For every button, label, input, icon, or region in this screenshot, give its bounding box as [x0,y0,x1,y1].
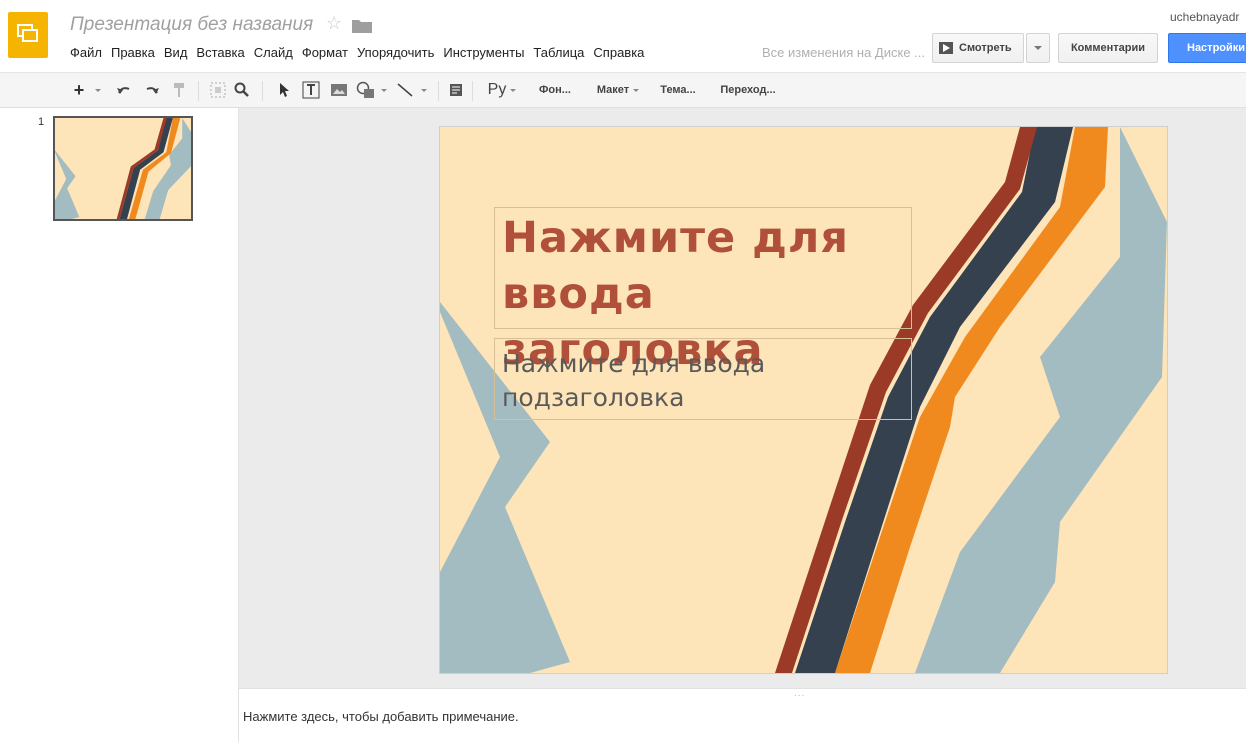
shape-icon[interactable] [354,73,378,107]
menu-view[interactable]: Вид [164,45,188,65]
document-title[interactable]: Презентация без названия [70,14,313,36]
layout-button[interactable]: Макет [588,73,648,107]
notes-grip-icon[interactable]: ... [794,688,805,699]
play-icon [939,42,953,54]
menu-arrange[interactable]: Упорядочить [357,45,434,65]
chevron-down-icon [1034,46,1042,50]
new-slide-dropdown[interactable] [92,73,104,107]
slide-thumbnail[interactable] [53,116,193,221]
line-dropdown[interactable] [418,73,430,107]
share-button[interactable]: Настройки доступа [1168,33,1246,63]
slide-thumbnail-preview [55,118,191,219]
paint-format-icon[interactable] [170,73,188,107]
toolbar-separator [198,81,199,101]
slide-thumbnail-number: 1 [38,116,45,128]
menu-file[interactable]: Файл [70,45,102,65]
notes-resize-handle[interactable] [239,688,1246,701]
text-box-icon[interactable] [300,73,322,107]
slides-logo[interactable] [8,12,48,58]
menu-format[interactable]: Формат [302,45,348,65]
theme-button[interactable]: Тема... [652,73,704,107]
chevron-down-icon [510,88,517,92]
share-label: Настройки доступа [1187,42,1246,54]
chevron-down-icon [633,88,640,92]
transition-button[interactable]: Переход... [710,73,786,107]
menu-tools[interactable]: Инструменты [443,45,524,65]
zoom-icon[interactable] [232,73,252,107]
menu-edit[interactable]: Правка [111,45,155,65]
redo-icon[interactable] [142,73,162,107]
select-pointer-icon[interactable] [274,73,294,107]
menu-table[interactable]: Таблица [533,45,584,65]
present-button[interactable]: Смотреть [932,33,1024,63]
star-icon[interactable]: ☆ [326,13,342,34]
menu-slide[interactable]: Слайд [254,45,293,65]
image-icon[interactable] [328,73,350,107]
slide-subtitle-placeholder[interactable]: Нажмите для ввода подзаголовка [502,347,902,415]
toolbar-separator [262,81,263,101]
menu-bar: Файл Правка Вид Вставка Слайд Формат Упо… [70,45,653,65]
menu-insert[interactable]: Вставка [196,45,244,65]
input-tools-button[interactable]: Ру [480,73,524,107]
toolbar: + Ру Фон... Макет Тема... Переход... [0,72,1246,108]
present-dropdown-button[interactable] [1026,33,1050,63]
toolbar-separator [438,81,439,101]
save-status[interactable]: Все изменения на Диске ... [762,45,925,60]
toolbar-separator [472,81,473,101]
menu-help[interactable]: Справка [593,45,644,65]
present-label: Смотреть [959,42,1012,54]
line-icon[interactable] [394,73,416,107]
undo-icon[interactable] [114,73,134,107]
comment-icon[interactable] [446,73,466,107]
shape-dropdown[interactable] [378,73,390,107]
input-tools-label: Ру [487,81,507,98]
fit-icon[interactable] [208,73,228,107]
slides-logo-icon [17,24,38,42]
new-slide-button[interactable]: + [68,73,90,107]
layout-label: Макет [596,84,630,96]
folder-icon[interactable] [352,18,372,33]
speaker-notes-field[interactable]: Нажмите здесь, чтобы добавить примечание… [243,709,519,724]
comments-button[interactable]: Комментарии [1058,33,1158,63]
user-email[interactable]: uchebnayadr [1170,10,1239,24]
background-button[interactable]: Фон... [530,73,580,107]
